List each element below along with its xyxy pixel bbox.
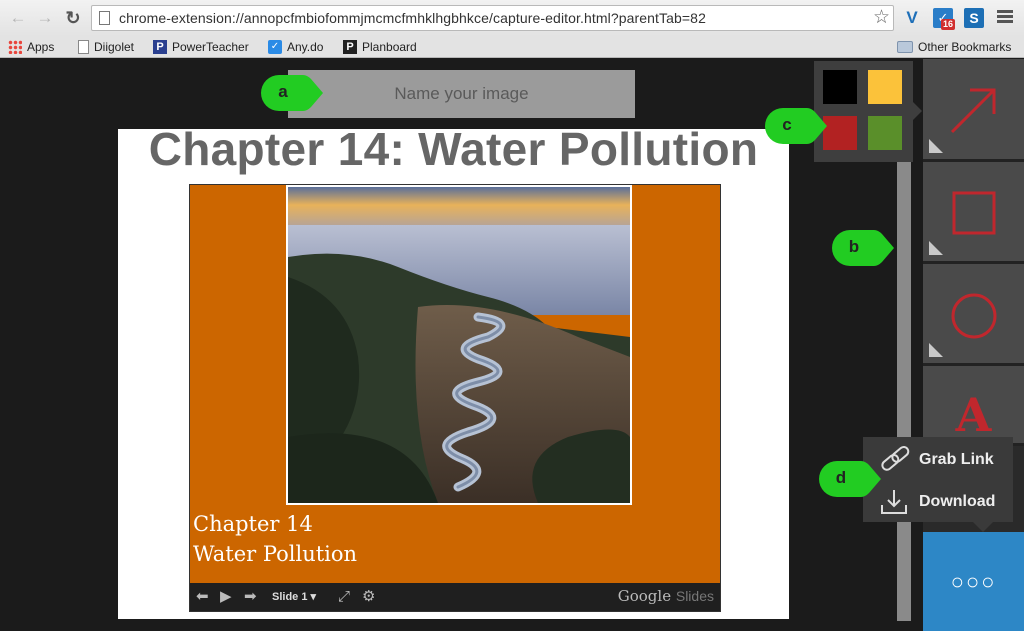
callout-marker-c: c <box>763 106 829 146</box>
river-photo-image <box>288 187 630 503</box>
callout-marker-b: b <box>830 228 896 268</box>
extension-s-icon[interactable]: S <box>964 8 984 28</box>
ellipse-tool-icon <box>951 293 997 339</box>
bookmarks-bar: Apps Diigolet P PowerTeacher ✓ Any.do P Pla… <box>0 36 1024 58</box>
slide-selector[interactable]: Slide 1 ▾ <box>272 590 316 603</box>
bookmark-anydo[interactable]: ✓ Any.do <box>268 39 323 55</box>
callout-label: c <box>782 115 792 134</box>
share-menu-pointer <box>973 522 993 532</box>
bookmark-planboard[interactable]: P Planboard <box>343 39 417 55</box>
bookmark-label: Any.do <box>287 40 324 54</box>
forward-arrow-icon[interactable]: → <box>35 8 55 28</box>
page-icon <box>99 11 110 25</box>
powerteacher-icon: P <box>153 40 167 54</box>
caption-line-2: Water Pollution <box>193 542 358 566</box>
captured-slide[interactable]: Chapter 14: Water Pollution Chapter 14 W… <box>118 123 789 619</box>
bookmark-label: Diigolet <box>94 40 135 54</box>
arrow-tool-icon <box>950 88 996 134</box>
download-menu-item[interactable]: Download <box>863 481 1013 521</box>
more-options-button[interactable]: ○○○ <box>923 532 1024 631</box>
vertical-scrollbar[interactable] <box>897 162 911 621</box>
rectangle-tool-button[interactable] <box>923 162 1024 264</box>
settings-gear-icon[interactable]: ⚙ <box>362 589 375 605</box>
river-photo <box>286 185 632 505</box>
slides-logo-text: Slides <box>675 588 714 604</box>
slide-title: Chapter 14: Water Pollution <box>148 123 759 175</box>
slide-selector-label: Slide 1 <box>272 591 308 603</box>
browser-toolbar: ← → ↻ chrome-extension://annopcfmbiofomm… <box>0 0 1024 36</box>
google-slides-logo: Google Slides <box>618 587 714 605</box>
color-picker-pointer <box>913 102 922 120</box>
apps-icon <box>8 40 22 54</box>
anydo-icon: ✓ <box>268 40 282 54</box>
ellipse-tool-button[interactable] <box>923 264 1024 366</box>
document-icon <box>78 40 89 54</box>
callout-marker-d: d <box>817 459 883 499</box>
previous-slide-icon[interactable]: ⬅ <box>196 589 209 605</box>
callout-label: a <box>278 82 288 101</box>
color-swatch-green[interactable] <box>868 116 902 150</box>
bookmark-label: Planboard <box>362 40 417 54</box>
google-logo-text: Google <box>617 587 672 605</box>
address-bar[interactable]: chrome-extension://annopcfmbiofommjmcmcf… <box>91 5 894 31</box>
star-icon[interactable]: ☆ <box>873 7 890 29</box>
extension-v-icon[interactable]: V <box>902 8 922 28</box>
bookmark-powerteacher[interactable]: P PowerTeacher <box>153 39 249 55</box>
slides-player-bar: ⬅ ▶ ➡ Slide 1 ▾ ⤢ ⚙ Google Slides <box>190 583 720 611</box>
callout-marker-a: a <box>259 73 325 113</box>
bookmark-label: Other Bookmarks <box>918 40 1012 54</box>
grab-link-label: Grab Link <box>919 451 994 468</box>
extension-badge: 16 <box>941 19 956 30</box>
next-slide-icon[interactable]: ➡ <box>244 589 257 605</box>
slides-embed: Chapter 14 Water Pollution ⬅ ▶ ➡ Slide 1… <box>189 184 721 612</box>
url-text[interactable]: chrome-extension://annopcfmbiofommjmcmcf… <box>119 10 706 26</box>
reload-icon[interactable]: ↻ <box>63 8 83 28</box>
bookmark-label: Apps <box>27 40 55 54</box>
share-menu: Grab Link Download <box>863 437 1013 532</box>
image-name-input[interactable] <box>288 70 635 118</box>
download-icon <box>881 490 907 514</box>
text-tool-icon: A <box>955 388 992 442</box>
text-tool-button[interactable]: A <box>923 366 1024 446</box>
bookmark-apps[interactable]: Apps <box>8 39 54 55</box>
fullscreen-icon[interactable]: ⤢ <box>338 589 350 605</box>
folder-icon <box>897 41 913 53</box>
rectangle-tool-icon <box>952 191 996 235</box>
arrow-tool-button[interactable] <box>923 59 1024 162</box>
chrome-menu-icon[interactable] <box>995 8 1015 28</box>
back-arrow-icon[interactable]: ← <box>8 8 28 28</box>
slide-caption: Chapter 14 Water Pollution <box>193 509 357 569</box>
callout-label: b <box>848 237 860 256</box>
color-swatch-yellow[interactable] <box>868 70 902 104</box>
color-swatch-black[interactable] <box>823 70 857 104</box>
bookmark-diigolet[interactable]: Diigolet <box>78 39 134 55</box>
grab-link-menu-item[interactable]: Grab Link <box>863 439 1013 479</box>
planboard-icon: P <box>343 40 357 54</box>
tool-options-corner-icon[interactable] <box>929 139 943 153</box>
callout-label: d <box>835 468 847 487</box>
tool-options-corner-icon[interactable] <box>929 241 943 255</box>
capture-editor-window: ← → ↻ chrome-extension://annopcfmbiofomm… <box>0 0 1024 631</box>
bookmark-other[interactable]: Other Bookmarks <box>897 39 1011 55</box>
bookmark-label: PowerTeacher <box>172 40 249 54</box>
download-label: Download <box>919 493 996 510</box>
link-icon <box>881 445 910 471</box>
play-icon[interactable]: ▶ <box>220 589 232 605</box>
tool-options-corner-icon[interactable] <box>929 343 943 357</box>
caption-line-1: Chapter 14 <box>193 512 313 536</box>
